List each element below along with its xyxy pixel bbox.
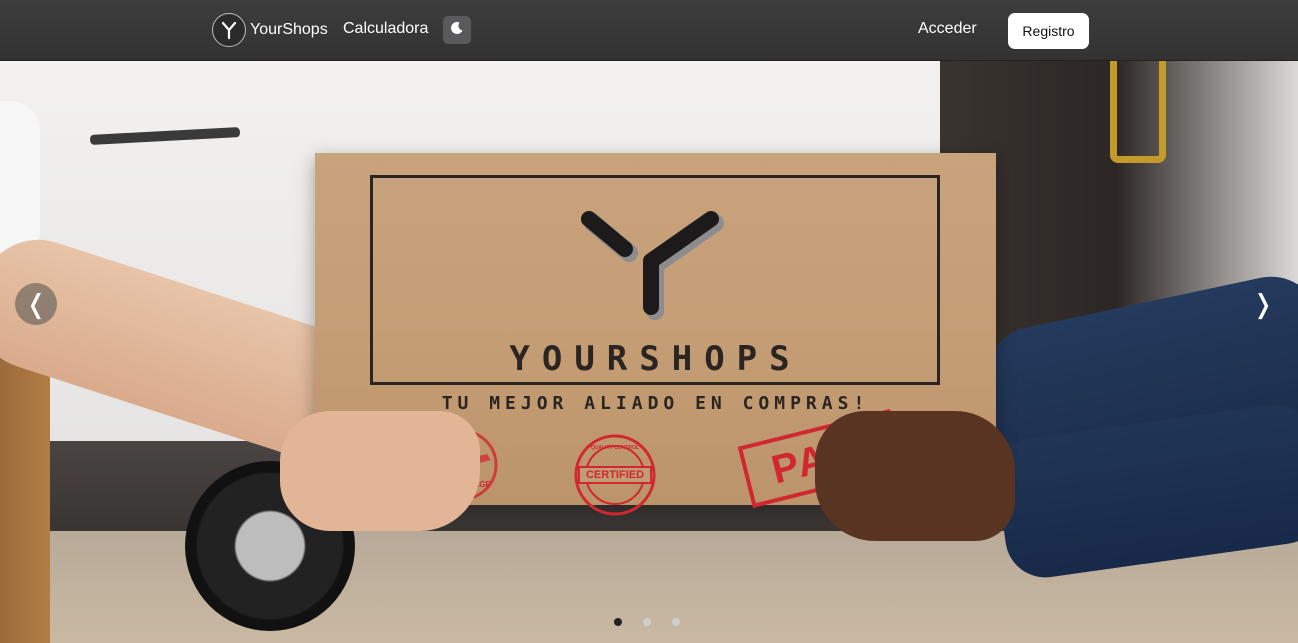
carousel-indicators [614,618,680,626]
carousel-next-button[interactable]: ❭ [1248,283,1278,325]
top-navbar: YourShops Calculadora Acceder Registro [0,0,1298,61]
carousel-prev-button[interactable]: ❬ [15,283,57,325]
carousel-indicator-1[interactable] [614,618,622,626]
login-link[interactable]: Acceder [918,20,977,38]
theme-toggle-button[interactable] [443,16,471,44]
box-brand-title: YOURSHOPS [509,339,802,379]
box-y-logo-icon [575,211,725,326]
brand-home-link[interactable]: YourShops [212,12,328,48]
yourshops-logo-icon [212,13,246,47]
nav-link-calculadora[interactable]: Calculadora [343,20,428,38]
chevron-right-icon: ❭ [1252,288,1274,319]
carousel-indicator-3[interactable] [672,618,680,626]
chevron-left-icon: ❬ [25,288,47,319]
hero-carousel: YOURSHOPS TU MEJOR ALIADO EN COMPRAS! BO… [0,61,1298,643]
register-button[interactable]: Registro [1008,13,1089,49]
brand-name: YourShops [250,21,328,38]
carousel-indicator-2[interactable] [643,618,651,626]
certified-stamp: CERTIFIED QUALITY CONTROL [573,433,657,522]
moon-icon [450,21,464,40]
